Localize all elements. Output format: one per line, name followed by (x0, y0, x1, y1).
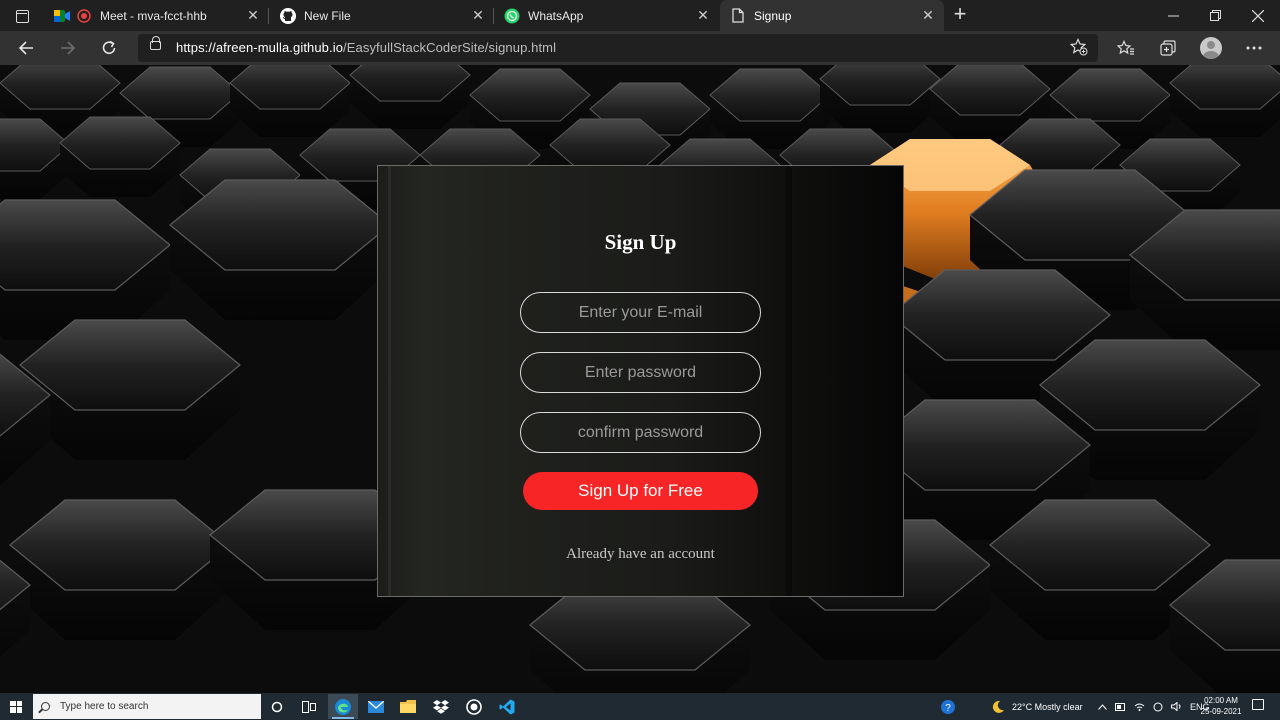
system-tray: ENG (1098, 693, 1210, 720)
minimize-button[interactable] (1150, 0, 1196, 31)
close-tab-icon[interactable]: ✕ (243, 6, 263, 26)
url-scheme: https:// (176, 40, 216, 55)
signup-title: Sign Up (604, 230, 677, 254)
start-button[interactable] (0, 693, 32, 720)
close-tab-icon[interactable]: ✕ (693, 6, 713, 26)
tab-label: WhatsApp (528, 8, 584, 23)
close-icon (1252, 9, 1264, 22)
cortana-icon (271, 701, 283, 712)
taskbar-edge-button[interactable] (328, 694, 358, 719)
page-viewport: Sign Up Sign Up for Free Already have an… (0, 65, 1280, 693)
tab-separator (268, 8, 269, 24)
taskbar-vscode-button[interactable] (492, 694, 522, 719)
address-bar-row: https://afreen-mulla.github.io/EasyfullS… (0, 31, 1280, 65)
github-desktop-icon (466, 698, 482, 715)
page-icon (730, 8, 746, 24)
weather-widget[interactable]: 22°C Mostly clear (990, 693, 1083, 720)
google-meet-icon (54, 8, 70, 24)
cortana-button[interactable] (262, 694, 292, 719)
dropbox-icon (433, 699, 449, 714)
taskbar-dropbox-button[interactable] (426, 694, 456, 719)
recording-icon (76, 8, 92, 24)
task-view-icon (302, 700, 316, 713)
forward-button[interactable] (54, 35, 82, 61)
wifi-icon[interactable] (1134, 702, 1145, 711)
taskbar-mail-button[interactable] (361, 694, 391, 719)
taskbar-search-box[interactable]: Type here to search (33, 694, 261, 719)
vscode-icon (499, 699, 515, 714)
taskbar-file-explorer-button[interactable] (393, 694, 423, 719)
windows-taskbar: Type here to search ? 22°C Mostly clear … (0, 693, 1280, 720)
collections-icon[interactable] (1156, 36, 1180, 60)
notification-center-icon[interactable] (1252, 699, 1264, 710)
refresh-button[interactable] (95, 35, 123, 61)
close-window-button[interactable] (1235, 0, 1280, 31)
address-bar[interactable]: https://afreen-mulla.github.io/EasyfullS… (138, 34, 1098, 62)
signup-submit-button[interactable]: Sign Up for Free (523, 472, 758, 510)
edge-icon (335, 698, 351, 715)
moon-weather-icon (992, 700, 1004, 713)
windows-logo-icon (10, 700, 22, 713)
weather-text: 22°C Mostly clear (1012, 701, 1083, 712)
favorite-star-add-icon[interactable] (1069, 38, 1088, 61)
clock-date: 25-09-2021 (1200, 707, 1242, 716)
signup-card: Sign Up Sign Up for Free Already have an… (377, 165, 904, 597)
volume-icon[interactable] (1171, 702, 1182, 711)
restore-button[interactable] (1192, 0, 1238, 31)
url-path: /EasyfullStackCoderSite/signup.html (343, 40, 557, 55)
password-input[interactable] (520, 352, 761, 393)
onedrive-icon[interactable] (1153, 702, 1163, 712)
restore-icon (1209, 10, 1221, 21)
github-icon (280, 7, 296, 24)
close-tab-icon[interactable]: ✕ (468, 6, 488, 26)
back-button[interactable] (12, 35, 40, 61)
help-icon[interactable]: ? (940, 693, 956, 720)
task-view-button[interactable] (294, 694, 324, 719)
more-options-icon[interactable] (1242, 36, 1266, 60)
tab-actions-button[interactable] (8, 5, 36, 27)
url-host: afreen-mulla.github.io (215, 40, 344, 55)
clock-time: 02:00 AM (1204, 696, 1238, 705)
chevron-up-icon[interactable] (1098, 703, 1107, 710)
search-icon (41, 702, 50, 711)
svg-text:?: ? (945, 703, 951, 714)
tab-actions-icon (15, 9, 29, 23)
refresh-icon (102, 40, 116, 54)
forward-arrow-icon (61, 41, 76, 55)
taskbar-github-desktop-button[interactable] (459, 694, 489, 719)
confirm-password-input[interactable] (520, 412, 761, 453)
tab-whatsapp[interactable]: WhatsApp ✕ (494, 0, 719, 31)
tab-strip: Meet - mva-fcct-hhb ✕ New File ✕ WhatsAp… (0, 0, 1280, 31)
tab-label: Signup (754, 8, 792, 23)
email-input[interactable] (520, 292, 761, 333)
battery-icon[interactable] (1115, 702, 1126, 711)
tab-label: New File (304, 8, 351, 23)
url-text[interactable]: https://afreen-mulla.github.io/EasyfullS… (176, 40, 556, 55)
favorites-icon[interactable] (1114, 36, 1138, 60)
login-link[interactable]: Already have an account (378, 546, 903, 563)
lock-icon (150, 36, 161, 50)
whatsapp-icon (504, 8, 520, 24)
mail-icon (368, 700, 384, 713)
tab-meet[interactable]: Meet - mva-fcct-hhb ✕ (44, 0, 269, 31)
tab-signup[interactable]: Signup ✕ (720, 0, 944, 31)
profile-avatar-icon[interactable] (1200, 37, 1222, 59)
taskbar-clock[interactable]: 02:00 AM 25-09-2021 (1196, 695, 1246, 717)
minimize-icon (1167, 15, 1179, 17)
close-tab-icon[interactable]: ✕ (918, 6, 938, 26)
new-tab-button[interactable]: + (949, 3, 971, 26)
folder-icon (400, 700, 416, 713)
back-arrow-icon (18, 41, 33, 55)
tab-label: Meet - mva-fcct-hhb (100, 8, 207, 23)
tab-github[interactable]: New File ✕ (270, 0, 494, 31)
taskbar-search-placeholder: Type here to search (60, 701, 149, 712)
